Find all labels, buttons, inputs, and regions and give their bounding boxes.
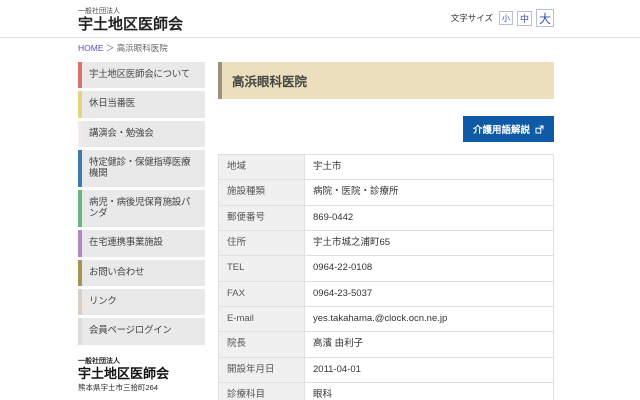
sidebar: 宇土地区医師会について 休日当番医 講演会・勉強会 特定健診・保健指導医療機関 …: [78, 62, 205, 400]
sidebar-footer: 一般社団法人 宇土地区医師会 熊本県宇土市三拾町264 熊 本 方 面 国道3号: [78, 356, 205, 400]
row-value: 宇土市城之浦町65: [305, 231, 554, 256]
table-row: 開設年月日2011-04-01: [219, 357, 554, 382]
sidebar-item-links[interactable]: リンク: [78, 289, 205, 315]
breadcrumb-separator: ＞: [106, 43, 115, 53]
table-row: FAX0964-23-5037: [219, 281, 554, 306]
row-label: 地域: [219, 155, 305, 180]
table-row: 住所宇土市城之浦町65: [219, 231, 554, 256]
table-row: 地域宇土市: [219, 155, 554, 180]
main-content: 高浜眼科医院 介護用語解説 地域宇土市 施設種類病院・医院・診療所 郵便番号86…: [218, 62, 554, 400]
row-value: 高濱 由利子: [305, 332, 554, 357]
sidebar-item-lectures[interactable]: 講演会・勉強会: [78, 121, 205, 147]
row-label: 施設種類: [219, 180, 305, 205]
table-row: 院長高濱 由利子: [219, 332, 554, 357]
site-branding[interactable]: 一般社団法人 宇土地区医師会: [78, 6, 183, 35]
footer-org-type: 一般社団法人: [78, 356, 205, 366]
external-link-icon: [535, 125, 544, 134]
row-value: 0964-22-0108: [305, 256, 554, 281]
table-row: E-mailyes.takahama.@clock.ocn.ne.jp: [219, 307, 554, 332]
row-label: 診療科目: [219, 383, 305, 400]
font-size-medium-button[interactable]: 中: [517, 11, 532, 26]
font-size-label: 文字サイズ: [451, 12, 493, 24]
care-glossary-button-label: 介護用語解説: [473, 122, 530, 136]
footer-address: 熊本県宇土市三拾町264: [78, 382, 205, 393]
table-row: 診療科目眼科: [219, 383, 554, 400]
row-value: yes.takahama.@clock.ocn.ne.jp: [305, 307, 554, 332]
sidebar-item-member-login[interactable]: 会員ページログイン: [78, 318, 205, 344]
table-row: 施設種類病院・医院・診療所: [219, 180, 554, 205]
row-label: 開設年月日: [219, 357, 305, 382]
sidebar-item-homecare[interactable]: 在宅連携事業施設: [78, 230, 205, 256]
row-label: 院長: [219, 332, 305, 357]
breadcrumb: HOME ＞ 高浜眼科医院: [78, 38, 554, 59]
row-value: 0964-23-5037: [305, 281, 554, 306]
row-label: FAX: [219, 281, 305, 306]
table-row: TEL0964-22-0108: [219, 256, 554, 281]
table-row: 郵便番号869-0442: [219, 205, 554, 230]
care-glossary-button[interactable]: 介護用語解説: [463, 116, 554, 142]
sidebar-item-about[interactable]: 宇土地区医師会について: [78, 62, 205, 88]
row-label: 郵便番号: [219, 205, 305, 230]
sidebar-item-health-checkup[interactable]: 特定健診・保健指導医療機関: [78, 150, 205, 187]
breadcrumb-home-link[interactable]: HOME: [78, 43, 104, 53]
site-header: 一般社団法人 宇土地区医師会 文字サイズ 小 中 大: [78, 0, 554, 37]
sidebar-item-holiday-doctor[interactable]: 休日当番医: [78, 91, 205, 117]
sidebar-item-contact[interactable]: お問い合わせ: [78, 260, 205, 286]
row-value: 病院・医院・診療所: [305, 180, 554, 205]
row-value: 869-0442: [305, 205, 554, 230]
footer-org-name: 宇土地区医師会: [78, 366, 205, 382]
font-size-large-button[interactable]: 大: [536, 9, 554, 27]
org-type-text: 一般社団法人: [78, 6, 183, 16]
site-title: 宇土地区医師会: [78, 16, 183, 35]
facility-info-table: 地域宇土市 施設種類病院・医院・診療所 郵便番号869-0442 住所宇土市城之…: [218, 154, 554, 400]
access-map: 熊 本 方 面 国道3号 宇土駅: [78, 396, 197, 400]
row-value: 宇土市: [305, 155, 554, 180]
breadcrumb-current: 高浜眼科医院: [117, 43, 168, 53]
row-label: TEL: [219, 256, 305, 281]
breadcrumb-bar: HOME ＞ 高浜眼科医院: [0, 37, 640, 59]
row-value: 眼科: [305, 383, 554, 400]
sidebar-item-sick-childcare[interactable]: 病児・病後児保育施設パンダ: [78, 190, 205, 227]
row-label: 住所: [219, 231, 305, 256]
row-value: 2011-04-01: [305, 357, 554, 382]
row-label: E-mail: [219, 307, 305, 332]
font-size-small-button[interactable]: 小: [499, 11, 513, 25]
font-size-control: 文字サイズ 小 中 大: [451, 6, 554, 27]
page-title: 高浜眼科医院: [218, 62, 554, 99]
